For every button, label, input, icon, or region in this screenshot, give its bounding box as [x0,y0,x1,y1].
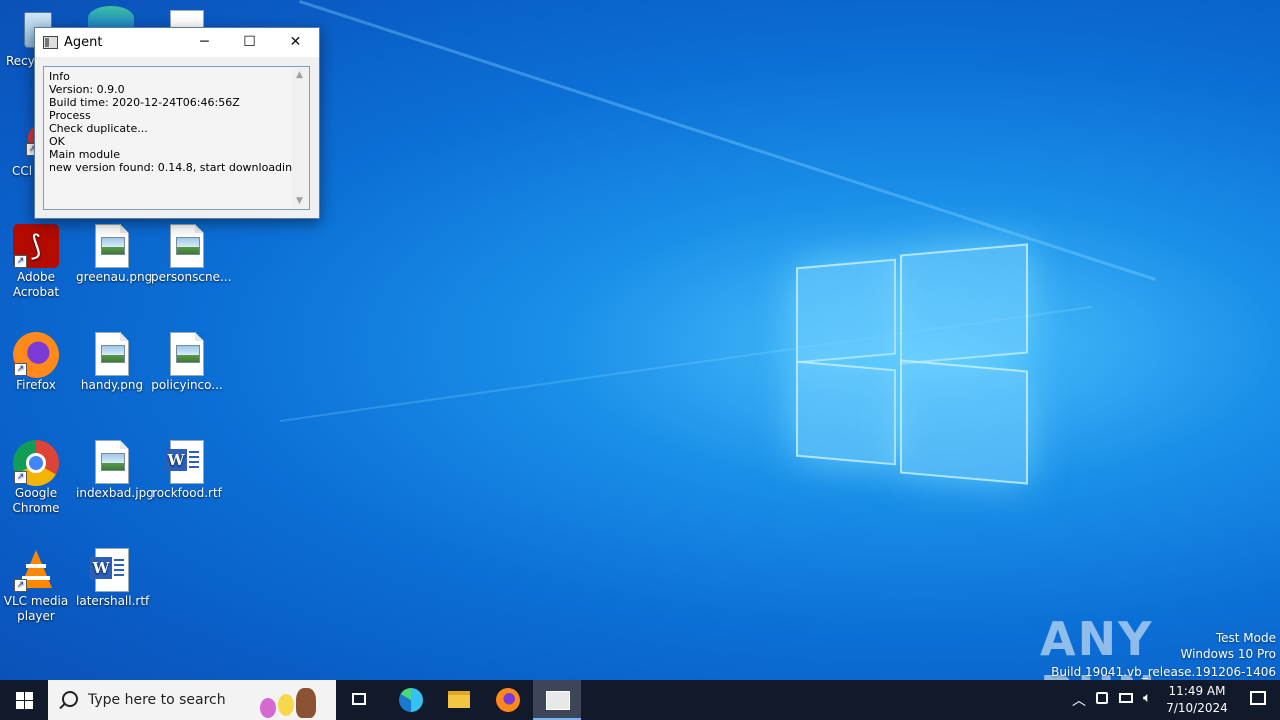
search-placeholder: Type here to search [88,692,226,708]
show-hidden-icons-button[interactable]: ︿ [1068,680,1088,720]
windows-edition-label: Windows 10 Pro [1180,647,1276,661]
close-icon: ✕ [289,34,302,50]
start-button[interactable] [0,680,48,720]
search-icon [62,691,78,707]
network-tray-button[interactable] [1117,680,1137,720]
agent-app-icon [546,691,570,710]
firefox-icon: ↗ [13,332,59,378]
device-icon [1096,692,1108,704]
minimize-button[interactable]: ─ [182,28,227,57]
image-file-icon [95,224,129,268]
word-document-icon: W [90,548,129,592]
taskbar-clock[interactable]: 11:49 AM 7/10/2024 [1162,683,1232,717]
taskbar: Type here to search ︿ 🔈︎ 11:49 AM 7/10/2… [0,680,1280,720]
desktop-icon-label: VLC media player [3,594,69,623]
edge-icon [399,688,423,712]
scroll-up-icon[interactable]: ▲ [296,70,303,80]
desktop-icon-vlc[interactable]: ↗ VLC media player [0,548,72,624]
folder-icon [448,691,470,708]
network-icon [1119,693,1133,703]
task-view-icon [352,693,366,705]
chevron-up-icon: ︿ [1072,693,1086,709]
log-textarea[interactable]: Info Version: 0.9.0 Build time: 2020-12-… [43,66,310,210]
desktop-icon-label: indexbad.jpg [76,486,154,500]
vertical-scrollbar[interactable]: ▲ ▼ [292,67,309,209]
desktop-icon-label: Google Chrome [12,486,60,515]
desktop-icon-indexbad-jpg[interactable]: indexbad.jpg [76,440,154,501]
desktop-icon-firefox[interactable]: ↗ Firefox [0,332,72,393]
task-view-button[interactable] [336,680,384,720]
desktop-icon-label: Firefox [16,378,56,392]
desktop-icon-label: personscne... [151,270,232,284]
desktop-icon-label: handy.png [80,378,144,392]
taskbar-file-explorer-button[interactable] [434,680,482,720]
desktop-icon-label: Adobe Acrobat [12,270,60,299]
adobe-acrobat-icon: ⟆ ↗ [13,224,59,268]
word-document-icon: W [165,440,204,484]
desktop-icon-label: policyinco... [151,378,223,392]
firefox-icon [496,688,520,712]
desktop-icon-latershall-rtf[interactable]: W latershall.rtf [76,548,150,609]
notification-icon [1250,691,1266,705]
image-file-icon [95,332,129,376]
tray-icon[interactable] [1094,680,1112,720]
maximize-icon: ☐ [243,34,256,50]
desktop-icon-greenau-png[interactable]: greenau.png [76,224,153,285]
clock-date: 7/10/2024 [1166,701,1228,715]
desktop-icon-rockfood-rtf[interactable]: W rockfood.rtf [151,440,223,501]
image-file-icon [95,440,129,484]
speaker-icon: 🔈︎ [1143,690,1152,706]
shortcut-arrow-icon: ↗ [14,363,27,376]
windows-logo-wallpaper [796,243,1028,485]
desktop-icon-policyinco[interactable]: policyinco... [151,332,223,393]
shortcut-arrow-icon: ↗ [14,471,27,484]
clock-time: 11:49 AM [1168,684,1226,698]
minimize-icon: ─ [200,34,209,50]
taskbar-firefox-button[interactable] [484,680,532,720]
desktop-icon-label: greenau.png [76,270,153,284]
build-label: Build 19041.vb_release.191206-1406 [1051,665,1276,679]
desktop-icon-handy-png[interactable]: handy.png [76,332,148,393]
image-file-icon [170,224,204,268]
chrome-icon: ↗ [13,440,59,486]
taskbar-edge-button[interactable] [386,680,434,720]
taskbar-agent-button[interactable] [533,680,581,720]
window-title: Agent [64,35,103,50]
close-button[interactable]: ✕ [273,28,318,57]
shortcut-arrow-icon: ↗ [14,255,27,268]
desktop-icon-label: rockfood.rtf [152,486,222,500]
desktop-icon-personscne[interactable]: personscne... [151,224,232,285]
vlc-cone-icon: ↗ [14,548,58,592]
desktop-icon-label: latershall.rtf [76,594,150,608]
agent-window[interactable]: Agent ─ ☐ ✕ Info Version: 0.9.0 Build ti… [34,27,320,219]
action-center-button[interactable] [1236,680,1280,720]
app-icon [43,36,58,49]
scroll-down-icon[interactable]: ▼ [296,196,303,206]
volume-tray-button[interactable]: 🔈︎ [1141,680,1161,720]
desktop-icon-adobe-acrobat[interactable]: ⟆ ↗ Adobe Acrobat [0,224,72,300]
light-beam [299,0,1156,281]
maximize-button[interactable]: ☐ [227,28,272,57]
image-file-icon [170,332,204,376]
easter-eggs-icon [256,684,328,718]
taskbar-search-box[interactable]: Type here to search [48,680,336,720]
log-text: Info Version: 0.9.0 Build time: 2020-12-… [49,70,310,174]
desktop-icon-google-chrome[interactable]: ↗ Google Chrome [0,440,72,516]
test-mode-label: Test Mode [1215,631,1276,645]
shortcut-arrow-icon: ↗ [14,579,27,592]
window-titlebar[interactable]: Agent ─ ☐ ✕ [35,28,319,57]
